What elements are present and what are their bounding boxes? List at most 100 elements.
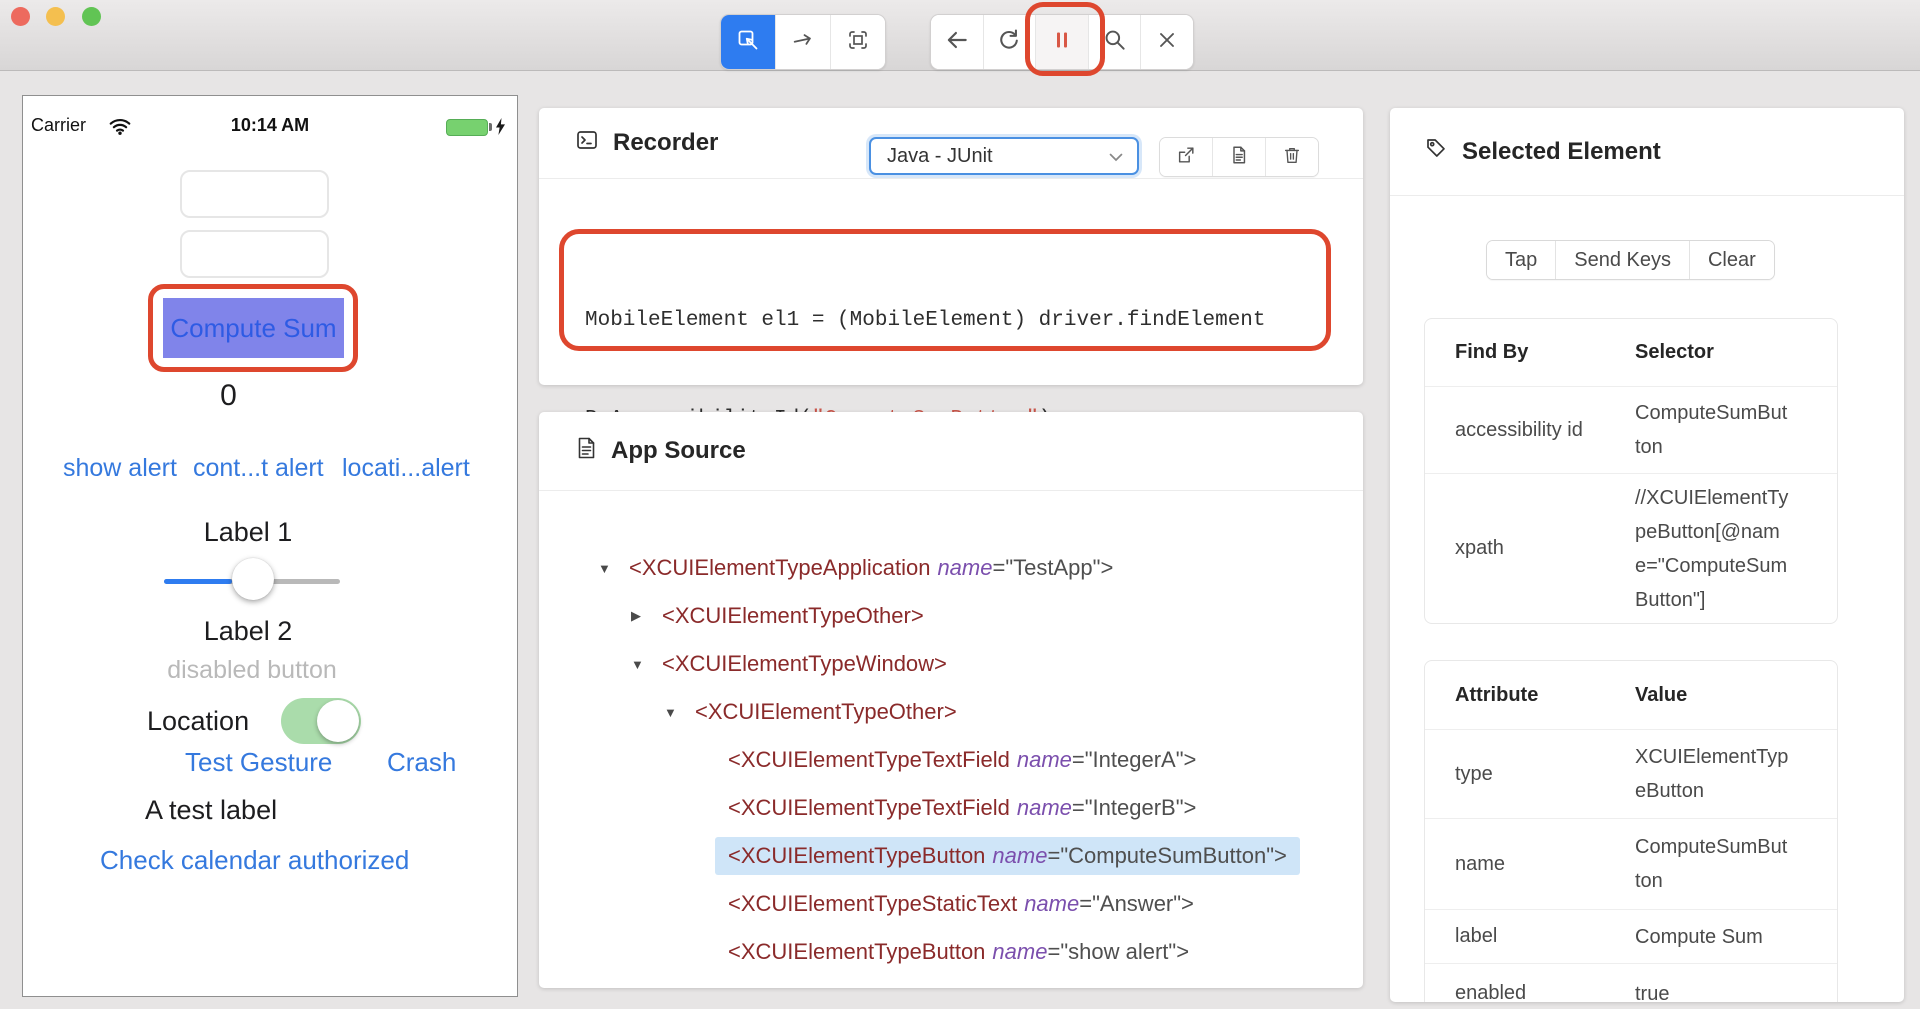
language-dropdown[interactable]: Java - JUnit <box>869 137 1139 175</box>
pause-icon <box>1051 29 1073 56</box>
swipe-arrow-icon <box>791 28 815 57</box>
app-source-title: App Source <box>611 437 746 465</box>
tree-expand-arrow[interactable]: ▼ <box>598 561 629 576</box>
selected-element-card: Selected Element Tap Send Keys Clear Fin… <box>1390 108 1904 1002</box>
traffic-light-zoom[interactable] <box>82 7 101 26</box>
attributes-table: Attribute Value type XCUIElementTyp eBut… <box>1424 660 1838 1002</box>
export-icon <box>1176 145 1196 170</box>
battery-icon <box>446 119 488 136</box>
recorder-card: Recorder Java - JUnit <box>539 108 1363 385</box>
language-dropdown-value: Java - JUnit <box>887 145 1109 168</box>
tree-node-button-show-alert[interactable]: <XCUIElementTypeButtonname="show alert"> <box>539 930 1363 974</box>
app-source-title-wrap: App Source <box>575 436 746 467</box>
element-actions-group: Tap Send Keys Clear <box>1486 240 1775 280</box>
tree-node-application[interactable]: ▼ <XCUIElementTypeApplicationname="TestA… <box>539 546 1363 590</box>
integer-a-field[interactable] <box>180 170 329 218</box>
file-icon <box>1229 145 1249 170</box>
quit-session-button[interactable] <box>1141 15 1193 69</box>
table-row: label Compute Sum <box>1425 909 1837 963</box>
swipe-by-coordinates-button[interactable] <box>776 15 831 69</box>
tag-icon <box>1424 136 1448 167</box>
session-action-group <box>930 14 1194 70</box>
find-by-header: Find By <box>1425 341 1635 364</box>
slider-fill <box>164 579 232 584</box>
tree-expand-arrow[interactable]: ▼ <box>664 705 695 720</box>
compute-sum-button[interactable]: Compute Sum <box>163 298 344 358</box>
code-line-1: MobileElement el1 = (MobileElement) driv… <box>585 304 1266 337</box>
table-row: enabled true <box>1425 963 1837 1002</box>
send-keys-button[interactable]: Send Keys <box>1556 241 1690 279</box>
show-alert-link[interactable]: show alert <box>63 454 177 483</box>
clear-element-button[interactable]: Clear <box>1690 241 1774 279</box>
tree-node-other-collapsed[interactable]: ▶ <XCUIElementTypeOther> <box>539 594 1363 638</box>
label-1: Label 1 <box>23 517 473 548</box>
selector-header: Selector <box>1635 341 1837 364</box>
integer-b-field[interactable] <box>180 230 329 278</box>
location-label: Location <box>147 706 249 737</box>
crash-link[interactable]: Crash <box>387 747 456 778</box>
window-toolbar <box>0 0 1920 71</box>
tree-node-textfield-b[interactable]: <XCUIElementTypeTextFieldname="IntegerB"… <box>539 786 1363 830</box>
chevron-down-icon <box>1109 145 1123 168</box>
contact-alert-link[interactable]: cont...t alert <box>193 454 324 483</box>
clear-recording-button[interactable] <box>1266 138 1318 176</box>
recorder-actions-group <box>1159 137 1319 177</box>
tree-node-window[interactable]: ▼ <XCUIElementTypeWindow> <box>539 642 1363 686</box>
refresh-icon <box>996 27 1022 58</box>
slider-thumb[interactable] <box>232 558 274 600</box>
back-button[interactable] <box>931 15 984 69</box>
attribute-header: Attribute <box>1425 684 1635 707</box>
check-calendar-link[interactable]: Check calendar authorized <box>100 845 409 876</box>
search-button[interactable] <box>1089 15 1142 69</box>
tap-element-button[interactable]: Tap <box>1487 241 1556 279</box>
export-code-button[interactable] <box>1160 138 1213 176</box>
recorder-title: Recorder <box>613 129 718 157</box>
disabled-button: disabled button <box>23 656 481 685</box>
location-switch[interactable] <box>281 698 361 744</box>
status-time: 10:14 AM <box>23 115 517 136</box>
charging-bolt-icon <box>495 118 506 140</box>
document-icon <box>575 436 597 467</box>
location-alert-link[interactable]: locati...alert <box>342 454 470 483</box>
switch-knob <box>317 700 359 742</box>
back-arrow-icon <box>944 27 970 58</box>
pause-recording-button[interactable] <box>1036 15 1089 69</box>
battery-tip <box>489 123 492 131</box>
close-icon <box>1155 28 1179 57</box>
tree-node-statictext-answer[interactable]: <XCUIElementTypeStaticTextname="Answer"> <box>539 882 1363 926</box>
traffic-light-minimize[interactable] <box>46 7 65 26</box>
tree-node-textfield-a[interactable]: <XCUIElementTypeTextFieldname="IntegerA"… <box>539 738 1363 782</box>
test-gesture-link[interactable]: Test Gesture <box>185 747 332 778</box>
table-row: xpath //XCUIElementTy peButton[@nam e="C… <box>1425 473 1837 623</box>
screenshot-region-icon <box>846 28 870 57</box>
device-screenshot-panel: Carrier 10:14 AM Compute Sum 0 show aler… <box>22 95 518 997</box>
value-header: Value <box>1635 684 1837 707</box>
tree-expand-arrow[interactable]: ▼ <box>631 657 662 672</box>
search-icon <box>1102 27 1128 58</box>
select-cursor-icon <box>736 28 760 57</box>
selected-element-title-wrap: Selected Element <box>1424 136 1661 167</box>
table-row: accessibility id ComputeSumBut ton <box>1425 386 1837 473</box>
selected-element-title: Selected Element <box>1462 138 1661 166</box>
recorder-title-wrap: Recorder <box>575 128 718 159</box>
tree-node-compute-sum-button-selected[interactable]: <XCUIElementTypeButtonname="ComputeSumBu… <box>539 834 1363 878</box>
app-source-card: App Source ▼ <XCUIElementTypeApplication… <box>539 412 1363 988</box>
answer-text: 0 <box>138 379 319 413</box>
table-row: name ComputeSumBut ton <box>1425 818 1837 909</box>
interaction-mode-group <box>720 14 886 70</box>
find-by-table: Find By Selector accessibility id Comput… <box>1424 318 1838 624</box>
trash-icon <box>1282 145 1302 170</box>
recorder-icon <box>575 128 599 159</box>
label-2: Label 2 <box>23 616 473 647</box>
tree-node-other[interactable]: ▼ <XCUIElementTypeOther> <box>539 690 1363 734</box>
copy-code-button[interactable] <box>1213 138 1266 176</box>
tree-expand-arrow[interactable]: ▶ <box>631 608 662 624</box>
screenshot-region-button[interactable] <box>831 15 885 69</box>
attributes-header-row: Attribute Value <box>1425 661 1837 729</box>
refresh-button[interactable] <box>984 15 1037 69</box>
table-row: type XCUIElementTyp eButton <box>1425 729 1837 818</box>
select-elements-button[interactable] <box>721 15 776 69</box>
find-by-header-row: Find By Selector <box>1425 319 1837 386</box>
a-test-label: A test label <box>145 795 277 826</box>
traffic-light-close[interactable] <box>11 7 30 26</box>
